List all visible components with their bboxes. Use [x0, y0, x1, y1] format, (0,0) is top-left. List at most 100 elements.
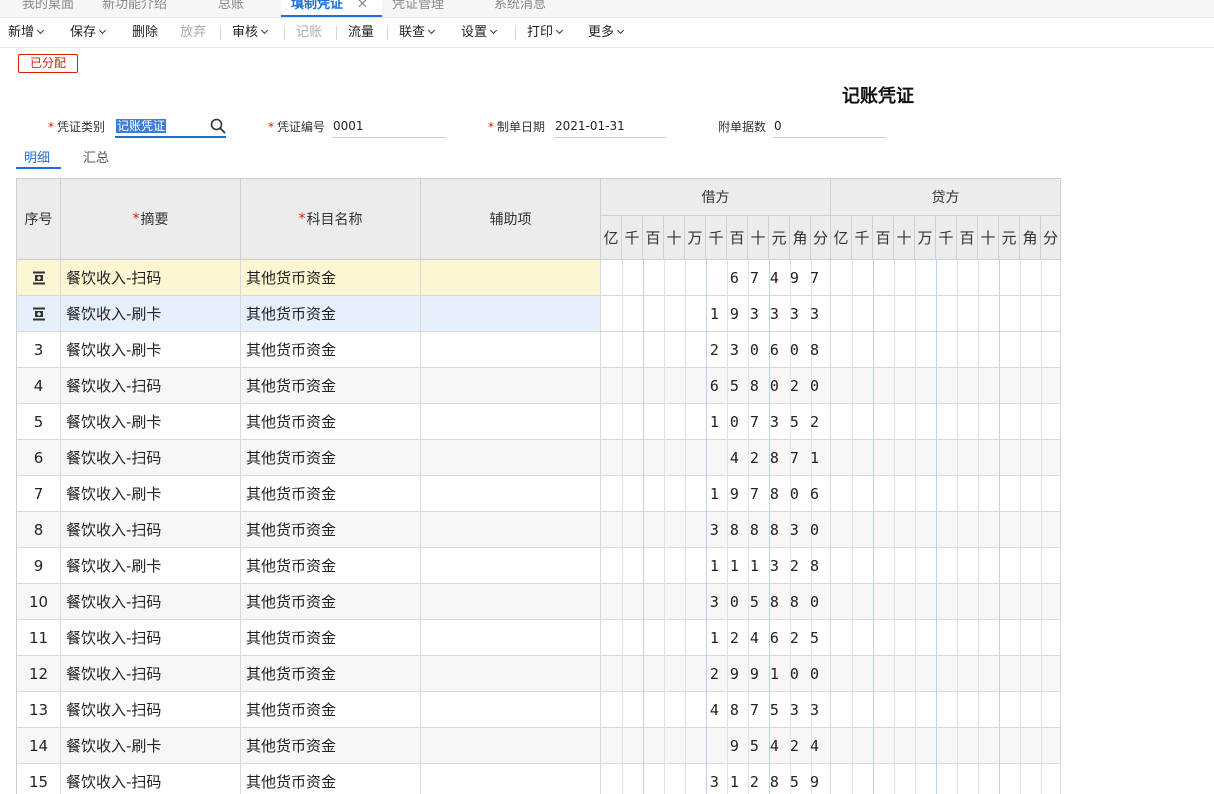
row-credit[interactable]	[831, 404, 1061, 440]
unit-divider	[1020, 260, 1021, 794]
row-account[interactable]: 其他货币资金	[241, 296, 421, 332]
row-aux[interactable]	[421, 584, 601, 620]
insert-row-icon[interactable]	[32, 307, 46, 321]
tab-general-ledger[interactable]: 总账	[208, 0, 254, 17]
row-account[interactable]: 其他货币资金	[241, 368, 421, 404]
insert-row-icon[interactable]	[32, 271, 46, 285]
row-credit[interactable]	[831, 260, 1061, 296]
header-summary-text: 摘要	[140, 212, 169, 228]
print-button-label: 打印	[527, 25, 554, 40]
row-credit[interactable]	[831, 656, 1061, 692]
row-account[interactable]: 其他货币资金	[241, 332, 421, 368]
row-account[interactable]: 其他货币资金	[241, 656, 421, 692]
row-account[interactable]: 其他货币资金	[241, 584, 421, 620]
more-button[interactable]: 更多	[588, 18, 625, 48]
row-summary[interactable]: 餐饮收入-刷卡	[61, 332, 241, 368]
row-summary[interactable]: 餐饮收入-扫码	[61, 620, 241, 656]
row-credit[interactable]	[831, 440, 1061, 476]
row-credit[interactable]	[831, 764, 1061, 794]
voucher-date-input[interactable]: 2021-01-31	[554, 116, 666, 138]
row-credit[interactable]	[831, 476, 1061, 512]
header-seq-text: 序号	[24, 212, 53, 228]
row-account[interactable]: 其他货币资金	[241, 620, 421, 656]
row-summary[interactable]: 餐饮收入-刷卡	[61, 476, 241, 512]
subtab-summary[interactable]: 汇总	[83, 147, 109, 169]
add-button[interactable]: 新增	[8, 18, 45, 48]
row-seq-text: 6	[33, 448, 44, 467]
row-summary[interactable]: 餐饮收入-扫码	[61, 368, 241, 404]
row-credit[interactable]	[831, 296, 1061, 332]
row-summary[interactable]: 餐饮收入-扫码	[61, 512, 241, 548]
audit-button[interactable]: 审核	[232, 18, 269, 48]
row-summary[interactable]: 餐饮收入-刷卡	[61, 548, 241, 584]
row-summary[interactable]: 餐饮收入-扫码	[61, 656, 241, 692]
row-aux[interactable]	[421, 512, 601, 548]
row-aux[interactable]	[421, 620, 601, 656]
row-account[interactable]: 其他货币资金	[241, 692, 421, 728]
close-icon[interactable]: ✕	[357, 0, 368, 12]
attachment-count-input[interactable]: 0	[773, 116, 886, 138]
save-button[interactable]: 保存	[70, 18, 107, 48]
chevron-down-icon	[36, 26, 45, 35]
tab-voucher-management[interactable]: 凭证管理	[382, 0, 454, 17]
row-aux[interactable]	[421, 440, 601, 476]
row-credit[interactable]	[831, 584, 1061, 620]
row-credit[interactable]	[831, 620, 1061, 656]
settings-button[interactable]: 设置	[461, 18, 498, 48]
header-unit-cre: 百	[873, 216, 894, 260]
row-aux[interactable]	[421, 728, 601, 764]
row-aux[interactable]	[421, 692, 601, 728]
row-account[interactable]: 其他货币资金	[241, 728, 421, 764]
post-button[interactable]: 记账	[296, 18, 322, 48]
row-seq: 12	[17, 656, 61, 692]
row-aux[interactable]	[421, 368, 601, 404]
tab-new-features[interactable]: 新功能介绍	[92, 0, 177, 17]
row-account[interactable]: 其他货币资金	[241, 764, 421, 794]
row-account[interactable]: 其他货币资金	[241, 260, 421, 296]
row-aux[interactable]	[421, 476, 601, 512]
subtab-detail[interactable]: 明细	[24, 147, 50, 169]
discard-button[interactable]: 放弃	[180, 18, 206, 48]
row-seq: 10	[17, 584, 61, 620]
row-summary[interactable]: 餐饮收入-刷卡	[61, 296, 241, 332]
query-button[interactable]: 联查	[399, 18, 436, 48]
row-aux[interactable]	[421, 332, 601, 368]
voucher-number-input[interactable]: 0001	[332, 116, 446, 138]
unit-divider	[873, 260, 874, 794]
row-summary[interactable]: 餐饮收入-扫码	[61, 440, 241, 476]
row-account[interactable]: 其他货币资金	[241, 440, 421, 476]
row-aux[interactable]	[421, 764, 601, 794]
row-account[interactable]: 其他货币资金	[241, 548, 421, 584]
row-aux[interactable]	[421, 260, 601, 296]
header-unit-cre: 元	[999, 216, 1020, 260]
tab-my-desktop[interactable]: 我的桌面	[12, 0, 84, 17]
print-button[interactable]: 打印	[527, 18, 564, 48]
row-aux[interactable]	[421, 404, 601, 440]
row-credit[interactable]	[831, 368, 1061, 404]
row-aux[interactable]	[421, 656, 601, 692]
row-summary[interactable]: 餐饮收入-扫码	[61, 260, 241, 296]
row-credit[interactable]	[831, 512, 1061, 548]
row-summary[interactable]: 餐饮收入-扫码	[61, 692, 241, 728]
row-credit[interactable]	[831, 332, 1061, 368]
row-seq-text: 8	[33, 520, 44, 539]
row-account[interactable]: 其他货币资金	[241, 512, 421, 548]
row-account[interactable]: 其他货币资金	[241, 404, 421, 440]
tab-fill-voucher[interactable]: 填制凭证 ✕	[281, 0, 382, 17]
row-summary[interactable]: 餐饮收入-扫码	[61, 764, 241, 794]
delete-button[interactable]: 删除	[132, 18, 158, 48]
search-icon[interactable]	[210, 118, 226, 134]
row-summary[interactable]: 餐饮收入-扫码	[61, 584, 241, 620]
row-aux[interactable]	[421, 296, 601, 332]
row-summary[interactable]: 餐饮收入-刷卡	[61, 404, 241, 440]
row-credit[interactable]	[831, 548, 1061, 584]
audit-button-label: 审核	[232, 25, 259, 40]
row-credit[interactable]	[831, 728, 1061, 764]
row-debit-amount: 305880	[709, 593, 830, 611]
row-summary[interactable]: 餐饮收入-刷卡	[61, 728, 241, 764]
row-account[interactable]: 其他货币资金	[241, 476, 421, 512]
tab-system-messages[interactable]: 系统消息	[484, 0, 556, 17]
row-aux[interactable]	[421, 548, 601, 584]
cash-flow-button[interactable]: 流量	[348, 18, 374, 48]
row-credit[interactable]	[831, 692, 1061, 728]
